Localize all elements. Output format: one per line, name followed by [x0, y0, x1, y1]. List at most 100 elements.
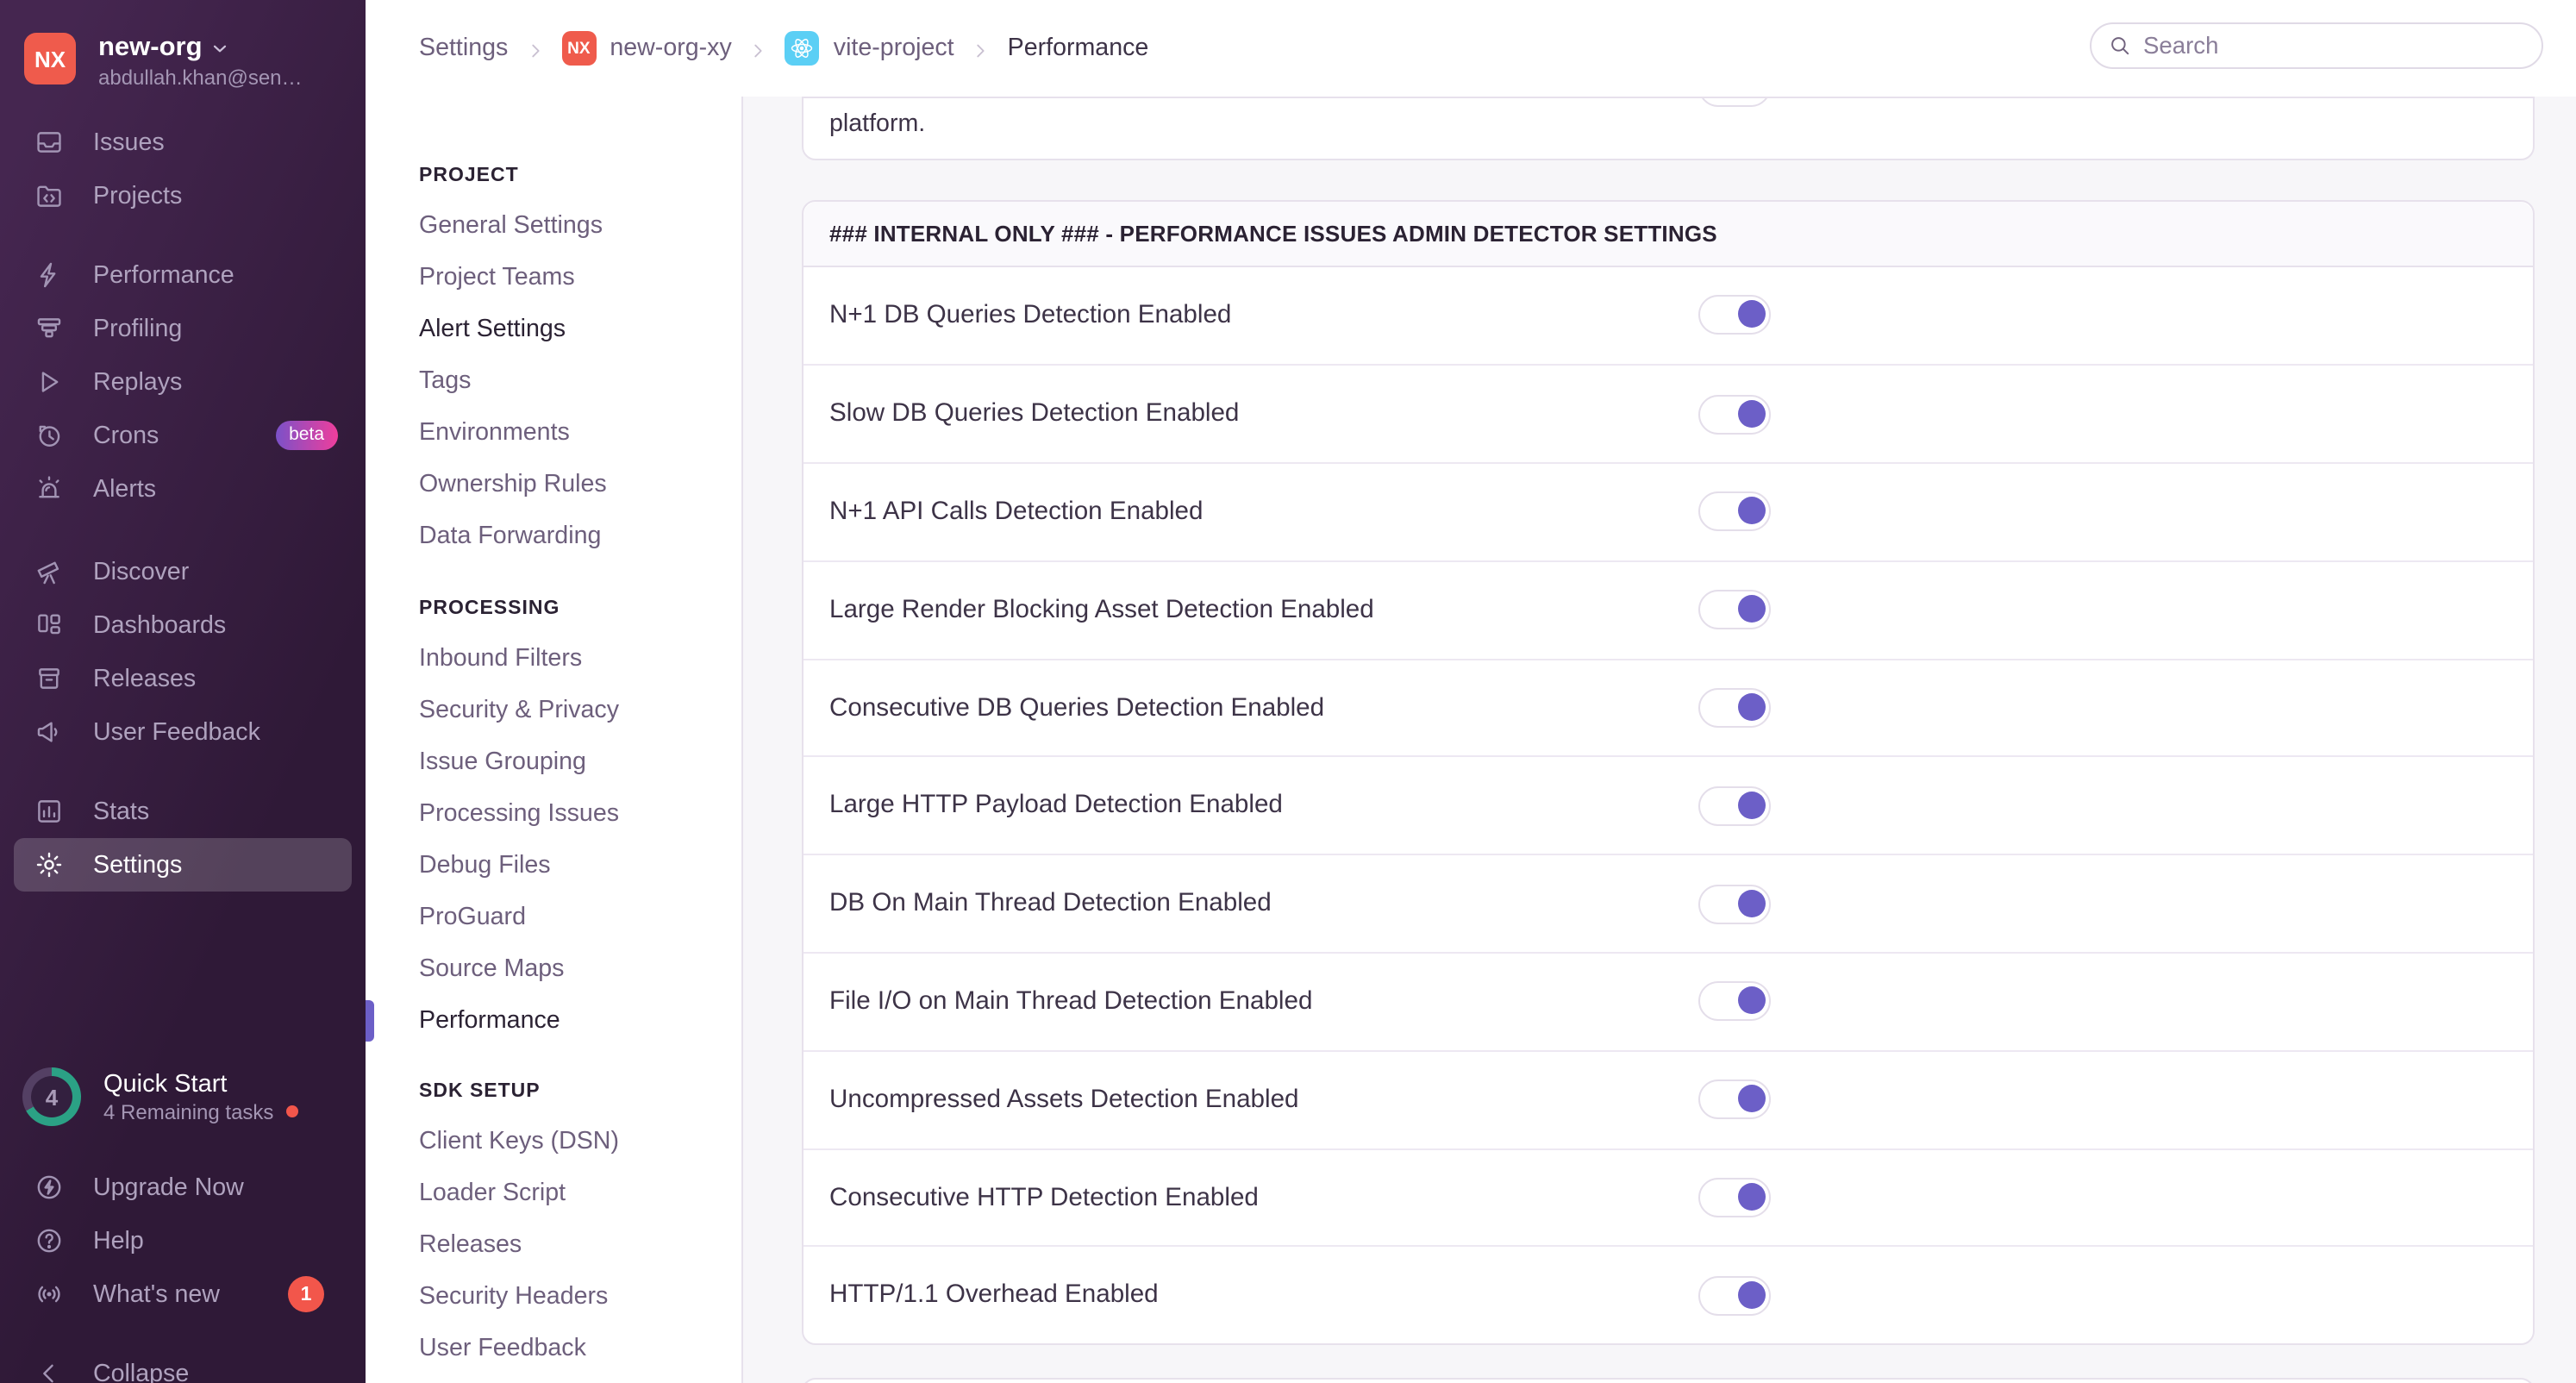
sidebar-group: Performance Profiling Replays Crons beta… [0, 248, 366, 516]
app-root: NX new-org abdullah.khan@sen… Issues Pro… [0, 0, 2576, 1383]
subnav-item-client-keys-dsn[interactable]: Client Keys (DSN) [419, 1116, 741, 1167]
sidebar-item-projects[interactable]: Projects [14, 169, 352, 222]
subnav-item-source-maps[interactable]: Source Maps [419, 943, 741, 995]
sidebar-item-crons[interactable]: Crons beta [14, 409, 352, 462]
panel-title: ### INTERNAL ONLY ### - PERFORMANCE ISSU… [803, 202, 2533, 266]
subnav-item-inbound-filters[interactable]: Inbound Filters [419, 633, 741, 685]
sidebar-item-releases[interactable]: Releases [14, 652, 352, 705]
breadcrumb-new-org-xy[interactable]: NX new-org-xy [561, 31, 732, 66]
toggle-knob [1737, 1183, 1765, 1211]
sidebar-item-collapse[interactable]: Collapse [14, 1347, 352, 1383]
sidebar-item-settings[interactable]: Settings [14, 838, 352, 892]
subnav-item-processing-issues[interactable]: Processing Issues [419, 788, 741, 840]
subnav-item-data-forwarding[interactable]: Data Forwarding [419, 510, 741, 562]
toggle-large-http-payload-detection-enabled[interactable] [1698, 785, 1771, 826]
setting-row: Uncompressed Assets Detection Enabled [803, 1049, 2533, 1148]
org-switcher[interactable]: NX new-org abdullah.khan@sen… [0, 0, 366, 116]
quick-start-panel[interactable]: 4 Quick Start 4 Remaining tasks [22, 1062, 366, 1131]
org-name: new-org [98, 33, 203, 62]
sidebar-item-label: Projects [93, 182, 183, 210]
sidebar-item-upgrade[interactable]: Upgrade Now [14, 1161, 352, 1214]
subnav-item-project-teams[interactable]: Project Teams [419, 252, 741, 304]
subnav-item-performance[interactable]: Performance [366, 995, 741, 1047]
sidebar-footer: Upgrade Now Help What's new 1 Collapse [0, 1161, 366, 1383]
sidebar-item-help[interactable]: Help [14, 1214, 352, 1267]
sidebar-item-label: Collapse [93, 1360, 190, 1383]
sidebar-item-label: Performance [93, 261, 234, 289]
subnav-item-security-privacy[interactable]: Security & Privacy [419, 685, 741, 736]
subnav-item-general-settings[interactable]: General Settings [419, 200, 741, 252]
toggle-slow-db-queries-detection-enabled[interactable] [1698, 394, 1771, 435]
sidebar-item-alerts[interactable]: Alerts [14, 462, 352, 516]
setting-row: File I/O on Main Thread Detection Enable… [803, 952, 2533, 1050]
subnav-item-label: User Feedback [419, 1335, 586, 1362]
sidebar-item-whats-new[interactable]: What's new 1 [14, 1267, 352, 1321]
quick-start-progress-ring: 4 [22, 1067, 81, 1126]
sidebar-item-discover[interactable]: Discover [14, 545, 352, 598]
toggle-consecutive-db-queries-detection-enabled[interactable] [1698, 688, 1771, 729]
breadcrumb-vite-project[interactable]: vite-project [785, 31, 954, 66]
subnav-section-title: SDK SETUP [419, 1081, 541, 1102]
sidebar-item-stats[interactable]: Stats [14, 785, 352, 838]
subnav-item-user-feedback[interactable]: User Feedback [419, 1323, 741, 1374]
toggle-n-1-api-calls-detection-enabled[interactable] [1698, 491, 1771, 532]
sidebar-item-label: Dashboards [93, 611, 227, 639]
sidebar-item-issues[interactable]: Issues [14, 116, 352, 169]
toggle-http-1-1-overhead-enabled[interactable] [1698, 1275, 1771, 1316]
toggle-uncompressed-assets-detection-enabled[interactable] [1698, 1079, 1771, 1120]
sidebar-item-label: What's new [93, 1280, 220, 1308]
toggle-db-on-main-thread-detection-enabled[interactable] [1698, 884, 1771, 924]
subnav-item-issue-grouping[interactable]: Issue Grouping [419, 736, 741, 788]
toggle-knob [1737, 889, 1765, 917]
detector-settings-panel: ### INTERNAL ONLY ### - PERFORMANCE ISSU… [802, 200, 2535, 1346]
crons-icon [34, 421, 64, 450]
search-box[interactable] [2090, 22, 2543, 69]
subnav-item-environments[interactable]: Environments [419, 407, 741, 459]
quick-start-count: 4 [31, 1076, 72, 1117]
sidebar-item-dashboards[interactable]: Dashboards [14, 598, 352, 652]
chevron-right-icon [525, 39, 544, 58]
settings-subnav: PROJECT General Settings Project Teams A… [366, 97, 743, 1383]
sidebar-group: Discover Dashboards Releases User Feedba… [0, 545, 366, 759]
toggle-knob [1737, 399, 1765, 428]
user-feedback-icon [34, 717, 64, 747]
toggle-consecutive-http-detection-enabled[interactable] [1698, 1178, 1771, 1218]
subnav-item-label: Performance [419, 1007, 560, 1035]
search-input[interactable] [2143, 33, 2524, 59]
sidebar-item-user-feedback[interactable]: User Feedback [14, 705, 352, 759]
setting-label: HTTP/1.1 Overhead Enabled [829, 1281, 1159, 1310]
subnav-section-title: PROCESSING [419, 598, 560, 619]
subnav-item-label: Inbound Filters [419, 645, 583, 673]
subnav-item-label: Tags [419, 367, 472, 395]
active-indicator-bar [366, 1000, 373, 1042]
toggle-n-1-db-queries-detection-enabled[interactable] [1698, 295, 1771, 335]
main-content: platform. ### INTERNAL ONLY ### - PERFOR… [743, 97, 2576, 1383]
setting-label: Large Render Blocking Asset Detection En… [829, 596, 1374, 624]
sidebar-item-performance[interactable]: Performance [14, 248, 352, 302]
subnav-item-alert-settings[interactable]: Alert Settings [419, 304, 741, 355]
clipped-toggle[interactable] [1698, 98, 1771, 107]
subnav-item-label: Client Keys (DSN) [419, 1128, 619, 1155]
subnav-item-label: Debug Files [419, 852, 551, 879]
setting-label: Slow DB Queries Detection Enabled [829, 400, 1240, 429]
breadcrumb-label: Settings [419, 34, 509, 62]
panel-rows: N+1 DB Queries Detection Enabled Slow DB… [803, 266, 2533, 1344]
top-bar: Settings NX new-org-xy vite-project Performa… [366, 0, 2576, 97]
toggle-file-i-o-on-main-thread-detection-enabled[interactable] [1698, 981, 1771, 1022]
subnav-item-loader-script[interactable]: Loader Script [419, 1167, 741, 1219]
subnav-item-debug-files[interactable]: Debug Files [419, 840, 741, 892]
subnav-item-label: Security Headers [419, 1283, 609, 1311]
subnav-item-tags[interactable]: Tags [419, 355, 741, 407]
breadcrumb-settings[interactable]: Settings [419, 34, 508, 62]
subnav-item-ownership-rules[interactable]: Ownership Rules [419, 459, 741, 510]
sidebar-item-label: Help [93, 1227, 144, 1255]
subnav-item-security-headers[interactable]: Security Headers [419, 1271, 741, 1323]
sidebar-item-replays[interactable]: Replays [14, 355, 352, 409]
issues-icon [34, 128, 64, 157]
sidebar-item-profiling[interactable]: Profiling [14, 302, 352, 355]
setting-row: Large Render Blocking Asset Detection En… [803, 560, 2533, 659]
collapse-icon [34, 1359, 64, 1383]
subnav-item-proguard[interactable]: ProGuard [419, 892, 741, 943]
toggle-large-render-blocking-asset-detection-enabled[interactable] [1698, 590, 1771, 630]
subnav-item-releases[interactable]: Releases [419, 1219, 741, 1271]
